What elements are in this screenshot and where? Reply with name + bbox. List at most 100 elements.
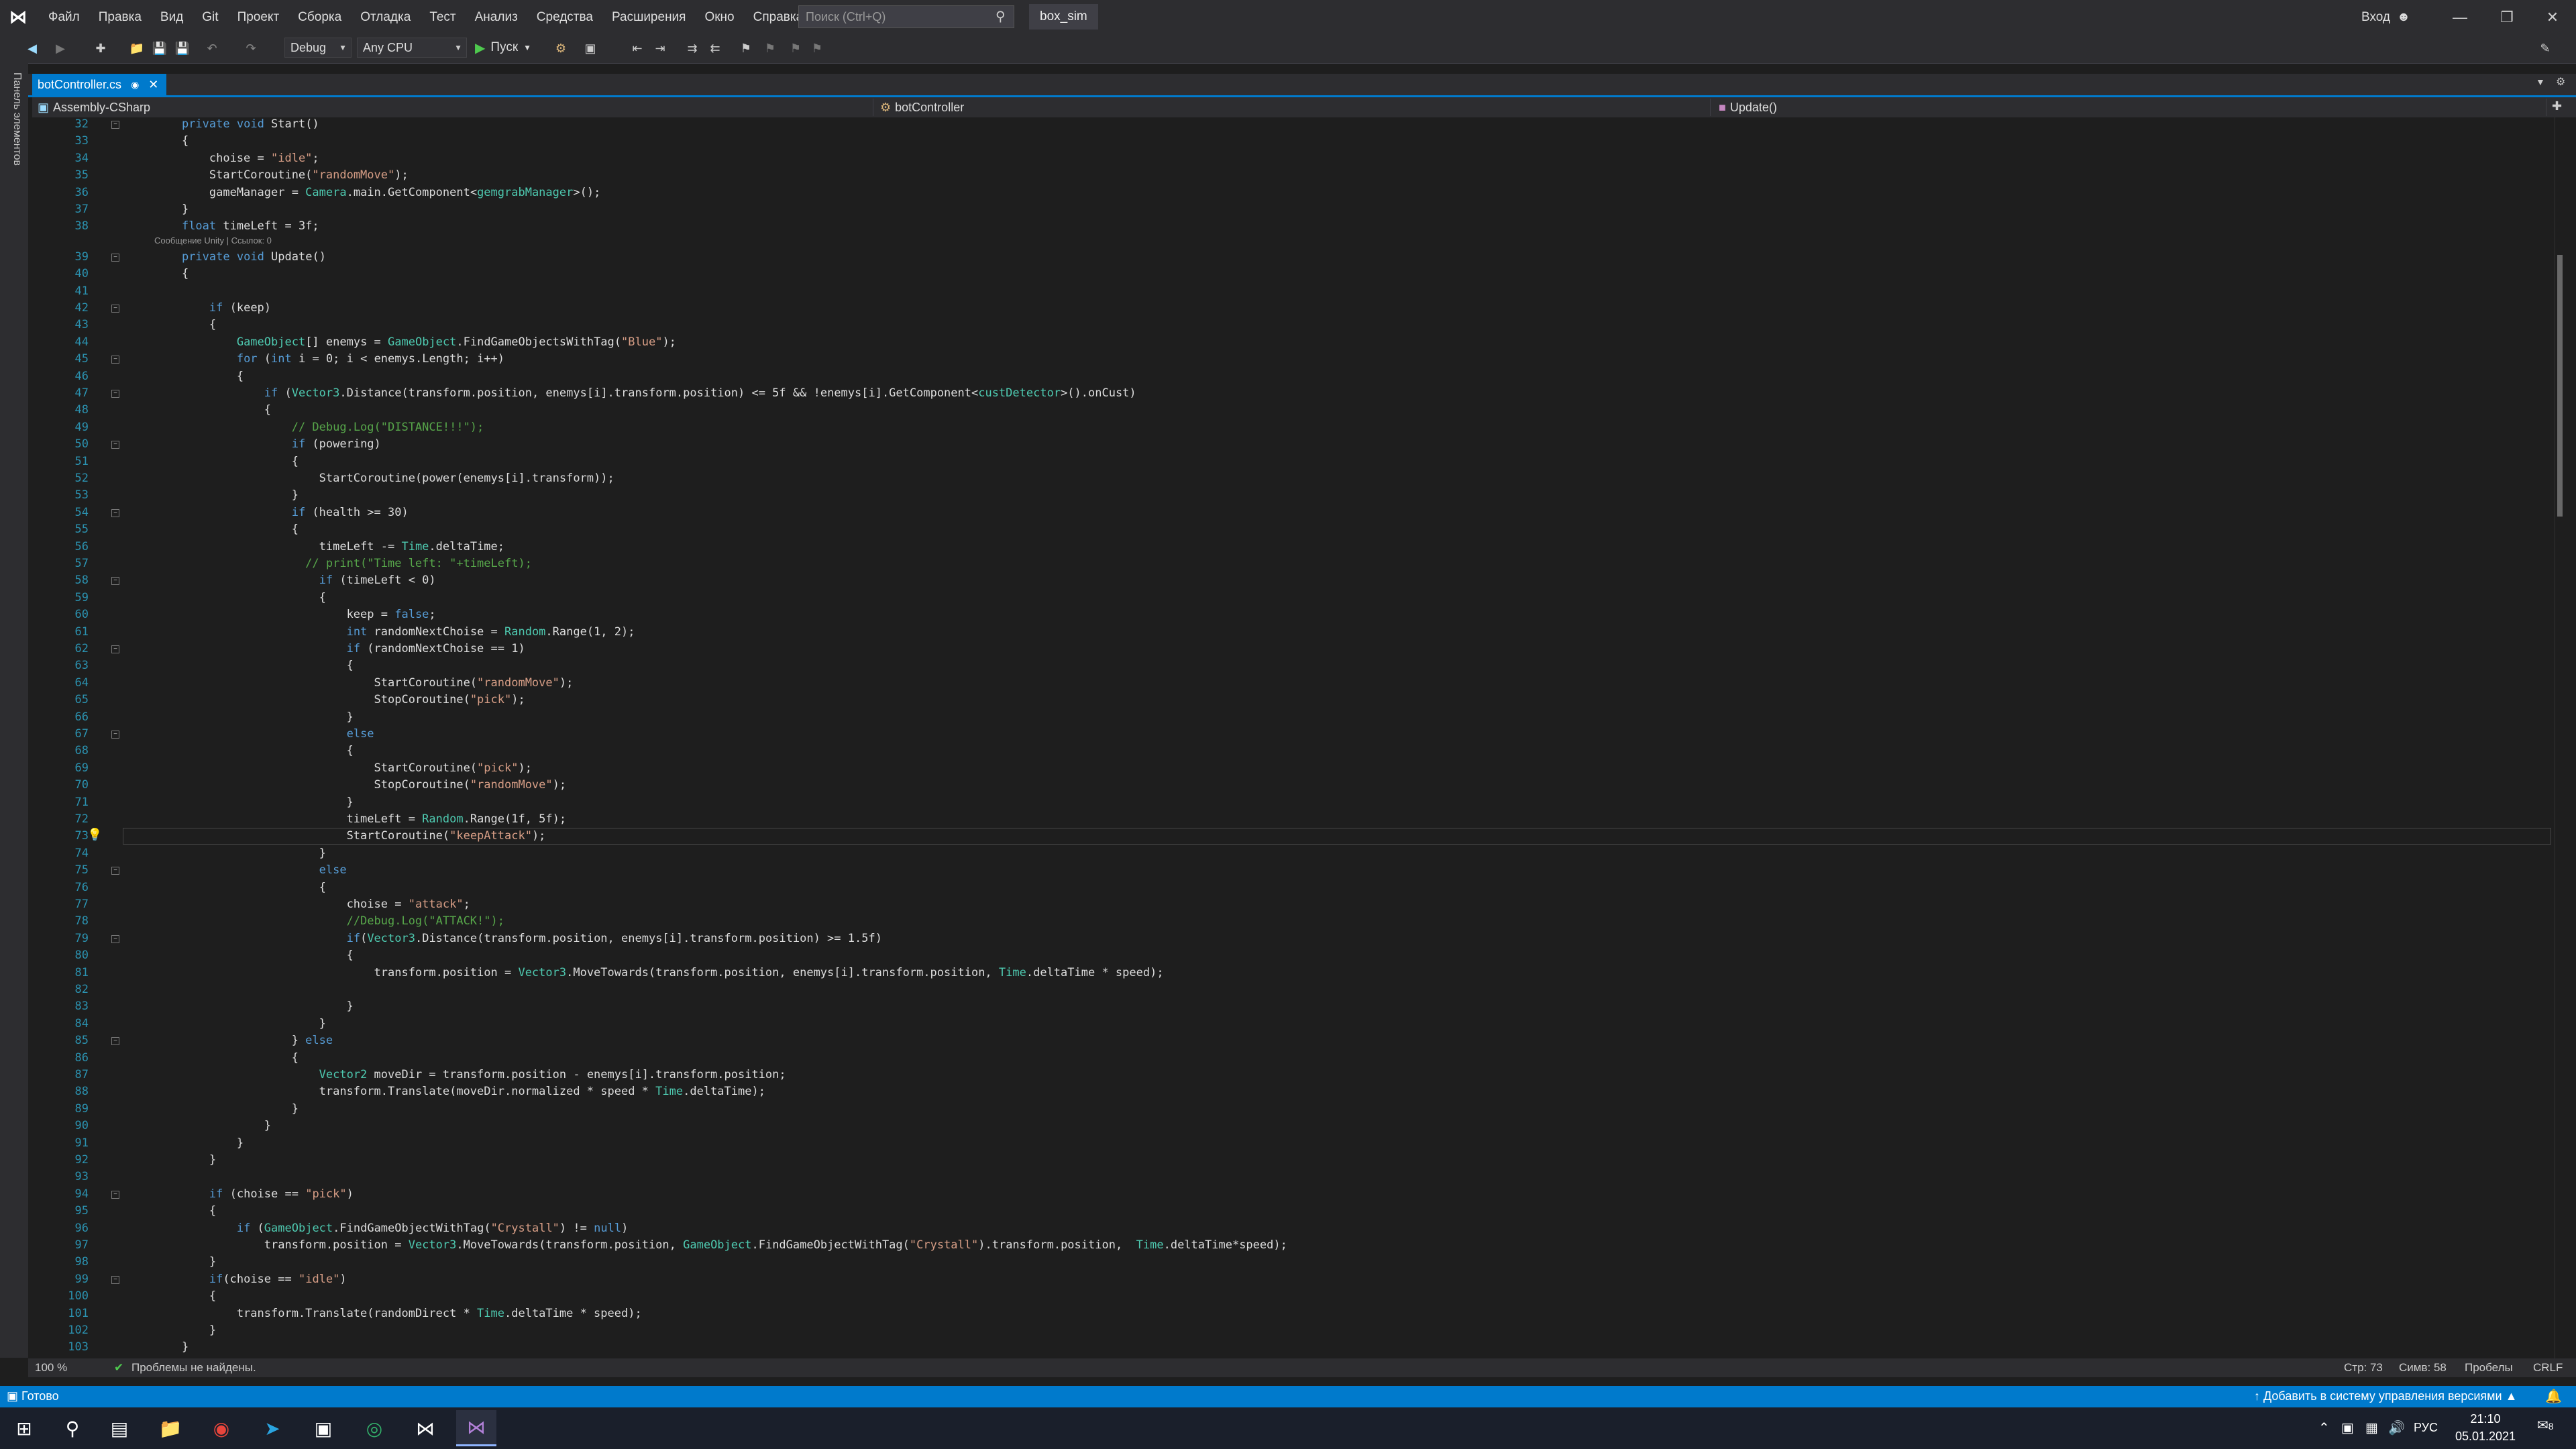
search-input[interactable]: Поиск (Ctrl+Q) [798, 5, 1014, 28]
close-icon[interactable]: ✕ [148, 78, 158, 92]
code-line[interactable]: choise = "attack"; [154, 896, 470, 913]
code-line[interactable]: choise = "idle"; [154, 150, 319, 167]
open-folder-icon[interactable]: 📁 [127, 39, 146, 58]
code-line[interactable]: { [154, 657, 354, 674]
code-line[interactable]: if(Vector3.Distance(transform.position, … [154, 930, 882, 947]
bell-icon[interactable]: 🔔 [2545, 1388, 2562, 1405]
code-line[interactable]: if (GameObject.FindGameObjectWithTag("Cr… [154, 1220, 628, 1237]
code-line[interactable]: } [154, 487, 299, 504]
run-button[interactable]: ▶ Пуск ▼ [475, 38, 531, 58]
language-indicator[interactable]: РУС [2414, 1421, 2438, 1435]
code-line[interactable]: StartCoroutine("pick"); [154, 760, 532, 777]
code-line[interactable]: StopCoroutine("randomMove"); [154, 777, 567, 794]
redo-icon[interactable]: ↷ [241, 39, 260, 58]
code-line[interactable]: if (randomNextChoise == 1) [154, 641, 525, 657]
code-line[interactable]: transform.position = Vector3.MoveTowards… [154, 1237, 1287, 1254]
code-line[interactable]: transform.Translate(randomDirect * Time.… [154, 1305, 642, 1322]
member-combo[interactable]: ■ Update() [1715, 99, 2546, 116]
gear-icon[interactable]: ⚙ [2556, 75, 2565, 89]
code-line[interactable]: else [154, 862, 347, 879]
code-line[interactable]: { [154, 266, 189, 282]
code-line[interactable]: } [154, 1101, 299, 1118]
code-line[interactable]: else [154, 726, 374, 743]
code-line[interactable]: StartCoroutine("randomMove"); [154, 675, 574, 692]
code-line[interactable]: transform.position = Vector3.MoveTowards… [154, 965, 1164, 981]
code-line[interactable]: { [154, 317, 216, 333]
code-line[interactable]: timeLeft -= Time.deltaTime; [154, 539, 504, 555]
menu-item[interactable]: Вид [151, 10, 193, 25]
clock[interactable]: 21:10 05.01.2021 [2435, 1410, 2536, 1446]
whitespace-indicator[interactable]: Пробелы [2465, 1361, 2513, 1375]
start-icon[interactable]: ⊞ [4, 1410, 44, 1446]
new-item-icon[interactable]: ✚ [91, 39, 110, 58]
notifications-icon[interactable]: ✉8 [2537, 1417, 2564, 1440]
menu-item[interactable]: Проект [228, 10, 289, 25]
code-line[interactable]: { [154, 743, 354, 759]
code-line[interactable]: if (keep) [154, 300, 271, 317]
search-icon[interactable]: ⚲ [996, 8, 1013, 25]
code-line[interactable]: { [154, 1050, 299, 1067]
network-icon[interactable]: ▣ [2341, 1419, 2354, 1436]
code-line[interactable]: private void Update() [154, 249, 326, 266]
code-line[interactable]: } [154, 1118, 271, 1134]
code-line[interactable]: if (timeLeft < 0) [154, 572, 436, 589]
code-line[interactable]: { [154, 453, 299, 470]
code-line[interactable]: if (powering) [154, 436, 381, 453]
menu-item[interactable]: Тест [420, 10, 465, 25]
code-line[interactable]: StartCoroutine("randomMove"); [154, 167, 409, 184]
visual-studio-icon[interactable]: ⋈ [456, 1410, 496, 1446]
menu-item[interactable]: Анализ [466, 10, 527, 25]
code-line[interactable]: int randomNextChoise = Random.Range(1, 2… [154, 624, 635, 641]
config-select[interactable]: Debug ▼ [284, 38, 352, 58]
code-editor[interactable]: 32 private void Start() − 33 {34 choise = … [32, 117, 2555, 1358]
fold-toggle-icon[interactable]: − [111, 1037, 119, 1046]
code-line[interactable]: StopCoroutine("pick"); [154, 692, 525, 708]
code-line[interactable]: } [154, 1135, 244, 1152]
code-line[interactable]: } [154, 709, 354, 726]
fold-toggle-icon[interactable]: − [111, 356, 119, 364]
menu-item[interactable]: Файл [39, 10, 89, 25]
code-line[interactable]: { [154, 1288, 216, 1305]
code-line[interactable]: // Debug.Log("DISTANCE!!!"); [154, 419, 484, 436]
code-line[interactable]: timeLeft = Random.Range(1f, 5f); [154, 811, 567, 828]
code-line[interactable]: if (choise == "pick") [154, 1186, 354, 1203]
code-line[interactable]: } [154, 1339, 189, 1356]
code-line[interactable]: GameObject[] enemys = GameObject.FindGam… [154, 334, 676, 351]
fold-toggle-icon[interactable]: − [111, 867, 119, 875]
project-combo[interactable]: ▣ Assembly-CSharp [34, 99, 873, 116]
code-line[interactable]: } [154, 794, 354, 811]
display-icon[interactable]: ▦ [2365, 1419, 2378, 1436]
fold-toggle-icon[interactable]: − [111, 508, 119, 517]
close-window-button[interactable]: ✕ [2529, 0, 2576, 35]
menu-item[interactable]: Расширения [602, 10, 696, 25]
code-line[interactable]: // print("Time left: "+timeLeft); [154, 555, 532, 572]
fold-toggle-icon[interactable]: − [111, 1275, 119, 1284]
code-line[interactable]: keep = false; [154, 606, 436, 623]
code-line[interactable]: if(choise == "idle") [154, 1271, 347, 1288]
split-icon[interactable]: ✚ [2552, 99, 2562, 113]
tray-expand-icon[interactable]: ⌃ [2318, 1419, 2330, 1436]
scrollbar-thumb[interactable] [2557, 255, 2563, 517]
chrome-icon[interactable]: ◉ [201, 1410, 241, 1446]
fold-toggle-icon[interactable]: − [111, 1190, 119, 1199]
code-line[interactable]: } [154, 1016, 326, 1032]
undo-icon[interactable]: ↶ [203, 39, 221, 58]
next-bookmark-icon[interactable]: ⚑ [786, 39, 805, 58]
menu-item[interactable]: Git [193, 10, 227, 25]
minimize-button[interactable]: — [2436, 0, 2483, 35]
code-line[interactable]: if (health >= 30) [154, 504, 409, 521]
menu-item[interactable]: Сборка [288, 10, 351, 25]
code-line[interactable]: StartCoroutine(power(enemys[i].transform… [154, 470, 614, 487]
unity-icon[interactable]: ▣ [303, 1410, 343, 1446]
back-icon[interactable]: ◀ [23, 39, 42, 58]
code-line[interactable]: { [154, 402, 271, 419]
code-line[interactable]: { [154, 368, 244, 385]
file-explorer-icon[interactable]: 📁 [150, 1410, 191, 1446]
code-line[interactable]: } [154, 1322, 216, 1339]
code-line[interactable]: transform.Translate(moveDir.normalized *… [154, 1083, 765, 1100]
zoom-level[interactable]: 100 % [35, 1361, 67, 1375]
code-line[interactable]: } [154, 201, 189, 218]
forward-icon[interactable]: ▶ [51, 39, 70, 58]
step-over-icon[interactable]: ⇥ [651, 39, 669, 58]
code-line[interactable]: { [154, 879, 326, 896]
